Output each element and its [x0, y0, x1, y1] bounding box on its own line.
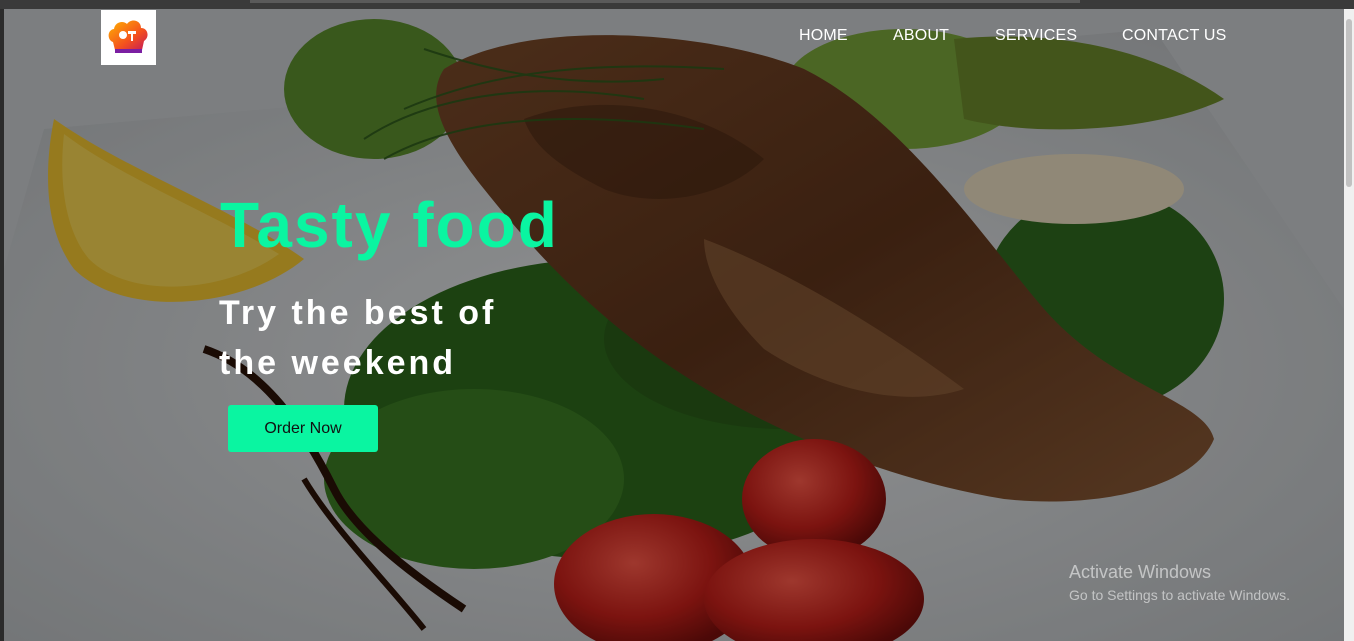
page-scrollbar[interactable] [1344, 9, 1354, 641]
nav-item-home[interactable]: HOME [799, 27, 848, 45]
activation-title: Activate Windows [1069, 562, 1212, 582]
nav-item-contact-us[interactable]: CONTACT US [1122, 27, 1227, 45]
hero-dark-overlay [4, 9, 1344, 641]
activation-subtitle: Go to Settings to activate Windows. [1069, 587, 1290, 603]
browser-top-bar [0, 0, 1354, 9]
scrollbar-thumb[interactable] [1346, 19, 1352, 187]
windows-activation-watermark: Activate Windows Go to Settings to activ… [1069, 562, 1290, 603]
page-viewport [4, 9, 1344, 641]
hero-subtitle: Try the best of the weekend [219, 294, 497, 382]
browser-tab-strip [250, 0, 1080, 3]
chef-hat-logo-icon [108, 20, 148, 53]
order-now-button[interactable]: Order Now [228, 405, 378, 452]
hero-title: Tasty food [220, 189, 559, 261]
nav-item-about[interactable]: ABOUT [893, 27, 949, 45]
site-logo[interactable] [101, 10, 156, 65]
nav-item-services[interactable]: SERVICES [995, 27, 1077, 45]
